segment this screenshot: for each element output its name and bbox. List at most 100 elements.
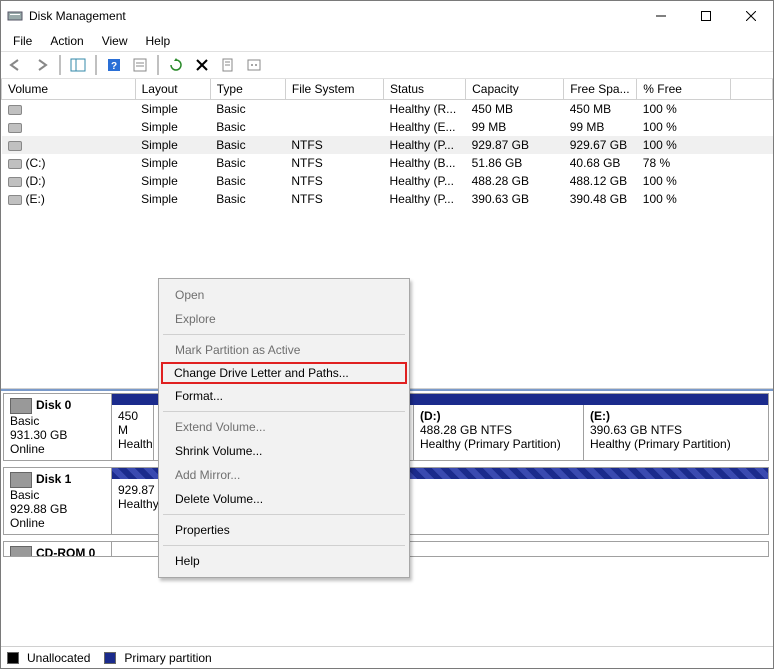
column-header-spare[interactable] — [731, 79, 773, 100]
menu-file[interactable]: File — [5, 32, 40, 50]
table-cell: Healthy (P... — [383, 136, 465, 154]
column-header[interactable]: Status — [383, 79, 465, 100]
table-row[interactable]: (D:)SimpleBasicNTFSHealthy (P...488.28 G… — [2, 172, 773, 190]
menu-separator — [163, 514, 405, 515]
column-header[interactable]: Free Spa... — [564, 79, 637, 100]
menu-item[interactable]: Delete Volume... — [161, 487, 407, 511]
table-row[interactable]: (E:)SimpleBasicNTFSHealthy (P...390.63 G… — [2, 190, 773, 208]
separator — [95, 55, 97, 75]
context-menu: OpenExploreMark Partition as ActiveChang… — [158, 278, 410, 578]
table-cell: Basic — [210, 154, 285, 172]
menu-item[interactable]: Help — [161, 549, 407, 573]
separator — [157, 55, 159, 75]
disk-info[interactable]: Disk 0 Basic931.30 GBOnline — [4, 394, 112, 460]
forward-button[interactable] — [31, 54, 53, 76]
column-header[interactable]: % Free — [637, 79, 731, 100]
cdrom-icon — [10, 546, 32, 557]
volume-table[interactable]: VolumeLayoutTypeFile SystemStatusCapacit… — [1, 79, 773, 208]
table-cell: 100 % — [637, 100, 731, 119]
table-cell: 99 MB — [466, 118, 564, 136]
show-hide-tree-button[interactable] — [67, 54, 89, 76]
disk-icon — [10, 398, 32, 414]
menu-separator — [163, 334, 405, 335]
table-cell: Basic — [210, 172, 285, 190]
delete-button[interactable] — [191, 54, 213, 76]
table-cell — [2, 100, 136, 119]
table-cell: Simple — [135, 136, 210, 154]
menu-item: Mark Partition as Active — [161, 338, 407, 362]
table-cell: 78 % — [637, 154, 731, 172]
table-cell: 100 % — [637, 118, 731, 136]
table-cell: Simple — [135, 172, 210, 190]
action-list-button[interactable] — [129, 54, 151, 76]
menu-bar: File Action View Help — [1, 31, 773, 51]
table-cell: Basic — [210, 118, 285, 136]
table-cell: 390.48 GB — [564, 190, 637, 208]
table-cell: Basic — [210, 136, 285, 154]
title-bar: Disk Management — [1, 1, 773, 31]
refresh-button[interactable] — [165, 54, 187, 76]
table-cell: Simple — [135, 190, 210, 208]
app-window: Disk Management File Action View Help ? … — [0, 0, 774, 669]
partition[interactable]: (E:)390.63 GB NTFSHealthy (Primary Parti… — [584, 405, 754, 460]
table-cell: 100 % — [637, 190, 731, 208]
disk-info[interactable]: Disk 1 Basic929.88 GBOnline — [4, 468, 112, 534]
menu-item: Explore — [161, 307, 407, 331]
table-cell — [2, 136, 136, 154]
table-cell: 390.63 GB — [466, 190, 564, 208]
maximize-button[interactable] — [683, 2, 728, 30]
table-row[interactable]: SimpleBasicHealthy (R...450 MB450 MB100 … — [2, 100, 773, 119]
table-cell — [731, 172, 773, 190]
column-header[interactable]: Type — [210, 79, 285, 100]
app-icon — [7, 8, 23, 24]
close-button[interactable] — [728, 2, 773, 30]
table-cell — [731, 154, 773, 172]
menu-view[interactable]: View — [94, 32, 136, 50]
table-row[interactable]: (C:)SimpleBasicNTFSHealthy (B...51.86 GB… — [2, 154, 773, 172]
table-cell — [285, 100, 383, 119]
help-button[interactable]: ? — [103, 54, 125, 76]
table-cell — [731, 118, 773, 136]
menu-action[interactable]: Action — [42, 32, 91, 50]
settings-button[interactable] — [243, 54, 265, 76]
table-cell: Healthy (P... — [383, 190, 465, 208]
table-cell: 51.86 GB — [466, 154, 564, 172]
table-cell — [731, 190, 773, 208]
table-cell — [285, 118, 383, 136]
column-header[interactable]: Volume — [2, 79, 136, 100]
table-cell: Healthy (P... — [383, 172, 465, 190]
table-row[interactable]: SimpleBasicHealthy (E...99 MB99 MB100 % — [2, 118, 773, 136]
menu-separator — [163, 545, 405, 546]
menu-item[interactable]: Format... — [161, 384, 407, 408]
table-cell: 929.67 GB — [564, 136, 637, 154]
swatch-unallocated — [7, 652, 19, 664]
table-cell: Simple — [135, 154, 210, 172]
table-cell — [731, 100, 773, 119]
table-cell: 488.12 GB — [564, 172, 637, 190]
column-header[interactable]: File System — [285, 79, 383, 100]
minimize-button[interactable] — [638, 2, 683, 30]
back-button[interactable] — [5, 54, 27, 76]
table-cell: NTFS — [285, 136, 383, 154]
partition[interactable]: (D:)488.28 GB NTFSHealthy (Primary Parti… — [414, 405, 584, 460]
partition[interactable]: 450 MHealth — [112, 405, 154, 460]
menu-item: Extend Volume... — [161, 415, 407, 439]
menu-item[interactable]: Shrink Volume... — [161, 439, 407, 463]
column-header[interactable]: Capacity — [466, 79, 564, 100]
legend-unallocated-label: Unallocated — [27, 651, 90, 665]
menu-help[interactable]: Help — [138, 32, 179, 50]
table-cell: 450 MB — [466, 100, 564, 119]
table-row[interactable]: SimpleBasicNTFSHealthy (P...929.87 GB929… — [2, 136, 773, 154]
menu-item[interactable]: Change Drive Letter and Paths... — [161, 362, 407, 384]
properties-button[interactable] — [217, 54, 239, 76]
table-cell: 929.87 GB — [466, 136, 564, 154]
menu-item[interactable]: Properties — [161, 518, 407, 542]
table-cell: 100 % — [637, 136, 731, 154]
menu-separator — [163, 411, 405, 412]
table-cell: NTFS — [285, 172, 383, 190]
column-header[interactable]: Layout — [135, 79, 210, 100]
table-cell: (E:) — [2, 190, 136, 208]
disk-info[interactable]: CD-ROM 0 — [4, 542, 112, 556]
table-cell: (D:) — [2, 172, 136, 190]
table-cell: 100 % — [637, 172, 731, 190]
